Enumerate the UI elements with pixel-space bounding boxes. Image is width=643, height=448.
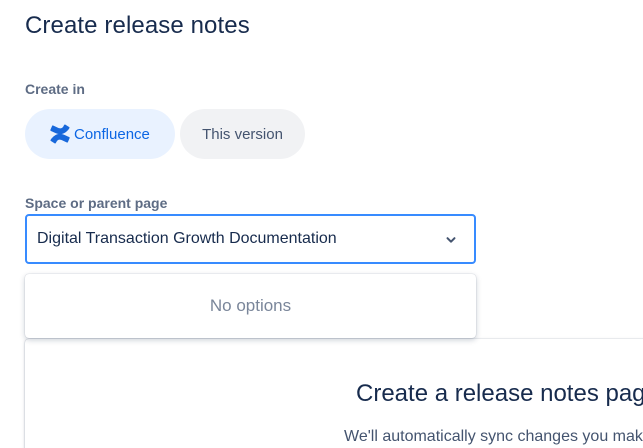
create-in-label: Create in (25, 81, 85, 97)
page-title: Create release notes (25, 12, 250, 39)
space-parent-page-select[interactable] (25, 214, 476, 264)
this-version-option-label: This version (202, 125, 283, 143)
space-search-input[interactable] (37, 230, 427, 248)
card-title: Create a release notes page (356, 380, 643, 407)
release-notes-dialog: Create release notes Create in Confluenc… (0, 0, 643, 448)
confluence-logo-icon (50, 124, 70, 144)
chevron-down-icon[interactable] (444, 233, 458, 247)
confluence-option-button[interactable]: Confluence (25, 109, 175, 159)
space-field-label: Space or parent page (25, 195, 168, 211)
confluence-option-label: Confluence (74, 125, 150, 143)
create-in-toggle-group: Confluence This version (25, 109, 305, 159)
card-subtitle: We'll automatically sync changes you mak… (344, 428, 643, 445)
this-version-option-button[interactable]: This version (180, 109, 305, 159)
no-options-message: No options (209, 296, 292, 315)
space-options-dropdown: No options (25, 274, 476, 338)
release-notes-card: Create a release notes page We'll automa… (25, 339, 643, 448)
